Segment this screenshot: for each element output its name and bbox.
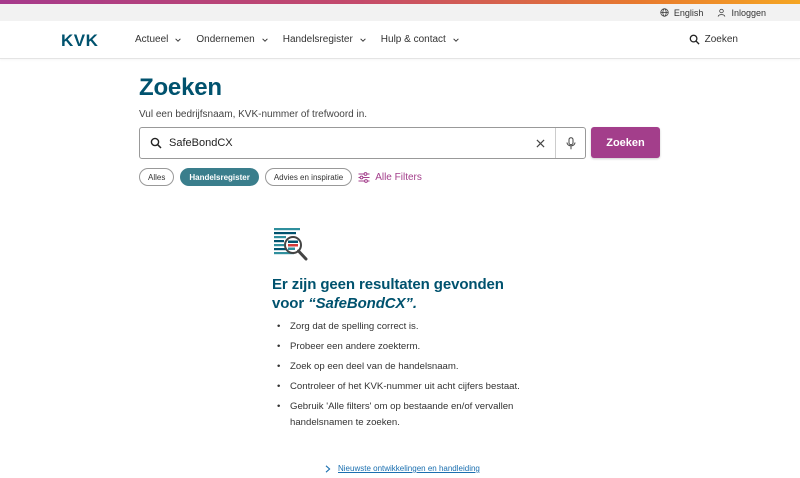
- list-item: Gebruik 'Alle filters' om op bestaande e…: [272, 399, 532, 431]
- nav-search-label: Zoeken: [704, 34, 738, 45]
- utility-bar: English Inloggen: [0, 4, 800, 21]
- language-switch[interactable]: English: [660, 7, 704, 18]
- login-label: Inloggen: [731, 7, 766, 18]
- chevron-down-icon: [175, 37, 182, 42]
- nav-item-ondernemen[interactable]: Ondernemen: [196, 34, 268, 45]
- news-and-manual-label: Nieuwste ontwikkelingen en handleiding: [338, 464, 480, 473]
- page-title: Zoeken: [139, 74, 222, 101]
- nav-item-hulp-contact[interactable]: Hulp & contact: [381, 34, 460, 45]
- document-magnifier-icon: [274, 228, 308, 261]
- kvk-logo[interactable]: KVK: [61, 32, 111, 48]
- svg-text:KVK: KVK: [61, 32, 99, 48]
- sliders-icon: [358, 171, 370, 183]
- list-item: Zorg dat de spelling correct is.: [272, 319, 532, 335]
- all-filters-label: Alle Filters: [375, 171, 422, 183]
- no-results-panel: Er zijn geen resultaten gevonden voor “S…: [272, 226, 532, 435]
- list-item: Zoek op een deel van de handelsnaam.: [272, 359, 532, 375]
- nav-item-actueel[interactable]: Actueel: [135, 34, 182, 45]
- chevron-down-icon: [360, 37, 366, 42]
- no-results-title: Er zijn geen resultaten gevonden voor “S…: [272, 275, 532, 313]
- search-icon: [150, 137, 162, 149]
- chevron-down-icon: [261, 37, 268, 42]
- filter-chip-handelsregister[interactable]: Handelsregister: [180, 168, 259, 186]
- all-filters-button[interactable]: Alle Filters: [358, 172, 422, 183]
- chevron-down-icon: [453, 37, 459, 42]
- voice-search-button[interactable]: [555, 128, 585, 158]
- search-subtitle: Vul een bedrijfsnaam, KVK-nummer of tref…: [139, 109, 368, 120]
- microphone-icon: [566, 136, 575, 149]
- search-section: Zoeken Vul een bedrijfsnaam, KVK-nummer …: [139, 74, 661, 186]
- filter-chip-advies-inspiratie[interactable]: Advies en inspiratie: [264, 168, 353, 186]
- search-tips-list: Zorg dat de spelling correct is. Probeer…: [272, 319, 532, 431]
- filter-row: Alles Handelsregister Advies en inspirat…: [139, 168, 661, 186]
- filter-chip-alles[interactable]: Alles: [139, 168, 175, 186]
- search-input[interactable]: [169, 129, 525, 157]
- search-icon: [689, 34, 700, 45]
- user-icon: [718, 8, 726, 17]
- search-box: [139, 127, 586, 159]
- list-item: Probeer een andere zoekterm.: [272, 339, 532, 355]
- nav-item-handelsregister[interactable]: Handelsregister: [283, 34, 367, 45]
- search-submit-button[interactable]: Zoeken: [591, 127, 660, 158]
- clear-search-button[interactable]: [525, 128, 555, 158]
- language-label: English: [673, 7, 704, 18]
- list-item: Controleer of het KVK-nummer uit acht ci…: [272, 379, 532, 395]
- no-results-query: “SafeBondCX”.: [308, 295, 417, 312]
- nav-item-label: Handelsregister: [282, 34, 353, 45]
- login-link[interactable]: Inloggen: [717, 8, 766, 18]
- search-row: Zoeken: [139, 127, 661, 159]
- chevron-right-icon: [325, 464, 331, 473]
- nav-item-label: Hulp & contact: [380, 34, 446, 45]
- nav-item-label: Actueel: [135, 34, 169, 45]
- nav-item-label: Ondernemen: [196, 34, 255, 45]
- main-navigation: KVK Actueel Ondernemen Handelsregister H…: [0, 21, 800, 59]
- close-icon: [535, 138, 545, 148]
- nav-search-button[interactable]: Zoeken: [689, 34, 738, 45]
- news-and-manual-link[interactable]: Nieuwste ontwikkelingen en handleiding: [325, 464, 480, 473]
- globe-icon: [660, 8, 669, 17]
